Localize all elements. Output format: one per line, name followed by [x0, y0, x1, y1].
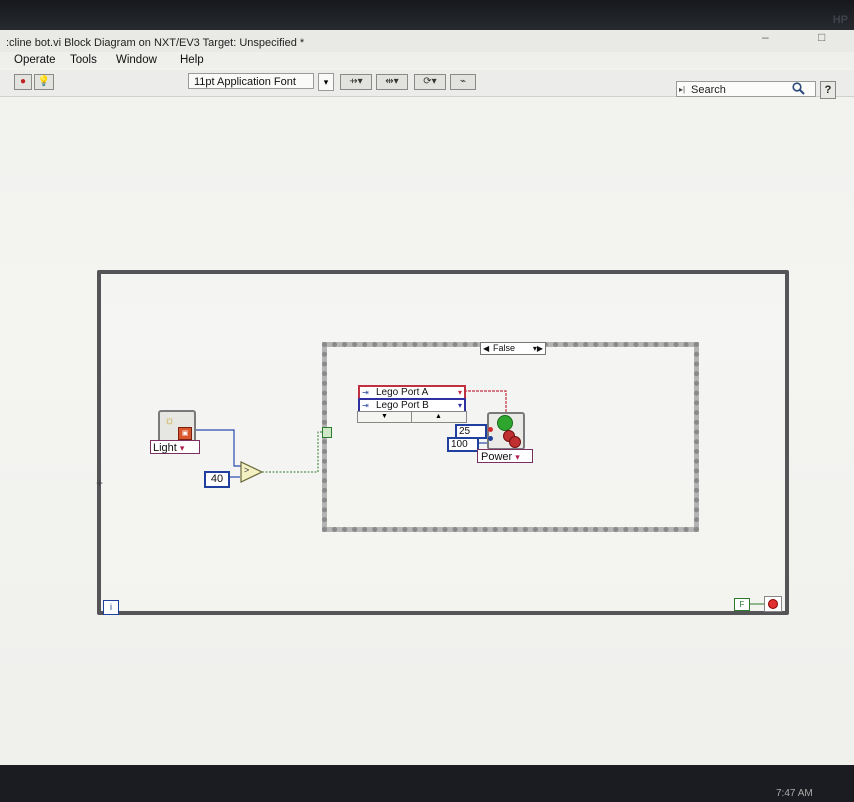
run-button[interactable]: ●: [14, 74, 32, 90]
toolbar: ● 💡 11pt Application Font ▾ ⇸▾ ⇹▾ ⟳▾ ⌁ ▸…: [0, 70, 854, 99]
case-prev-icon[interactable]: ◀: [483, 343, 489, 354]
array-index-control[interactable]: ▼ ▲: [357, 411, 467, 423]
case-selector-terminal[interactable]: [322, 427, 332, 438]
light-mode-ring[interactable]: Light ▾: [150, 440, 200, 454]
font-ring[interactable]: 11pt Application Font: [188, 73, 314, 89]
motor-mode-value: Power: [481, 451, 513, 463]
case-selector[interactable]: ◀ False ▾▶: [480, 342, 546, 355]
cleanup-diagram-button[interactable]: ⌁: [450, 74, 476, 90]
motor-vi[interactable]: [487, 412, 525, 450]
array-decrement-icon[interactable]: ▼: [358, 412, 412, 422]
chevron-down-icon: ▾: [179, 443, 185, 453]
compare-operator-label: >: [244, 465, 250, 475]
reorder-button[interactable]: ⟳▾: [414, 74, 446, 90]
stop-condition-terminal[interactable]: [764, 596, 782, 612]
title-bar: :cline bot.vi Block Diagram on NXT/EV3 T…: [0, 30, 854, 52]
input-terminal-blue: [488, 436, 493, 441]
block-diagram-canvas[interactable]: > ◀ False ▾▶ ☼ ▣ Light ▾ 40 ⇥ Lego Port …: [0, 96, 854, 795]
chevron-down-icon: ▾: [515, 452, 520, 462]
power-constant-100[interactable]: 100: [447, 437, 479, 452]
sun-icon: ☼: [164, 413, 175, 427]
cursor-icon: +: [96, 476, 104, 490]
case-next-icon[interactable]: ▾▶: [533, 343, 543, 354]
threshold-constant[interactable]: 40: [204, 471, 230, 488]
align-objects-button[interactable]: ⇸▾: [340, 74, 372, 90]
taskbar-clock: 7:47 AM: [776, 788, 813, 799]
light-mode-value: Light: [153, 442, 177, 454]
menu-help[interactable]: Help: [180, 54, 204, 66]
go-light-icon: [497, 415, 513, 431]
menu-tools[interactable]: Tools: [70, 54, 97, 66]
case-selector-value: False: [493, 343, 516, 353]
menu-window[interactable]: Window: [116, 54, 157, 66]
taskbar: [0, 765, 854, 802]
window-title: :cline bot.vi Block Diagram on NXT/EV3 T…: [6, 37, 305, 49]
hp-logo: HP: [832, 14, 848, 26]
gear-icon: [509, 436, 521, 448]
compare-to-selector-wire: [262, 431, 323, 473]
array-increment-icon[interactable]: ▲: [412, 412, 465, 422]
sensor-badge-icon: ▣: [178, 427, 192, 440]
menu-operate[interactable]: Operate: [14, 54, 56, 66]
false-constant[interactable]: F: [734, 598, 750, 611]
light-sensor-vi[interactable]: ☼ ▣: [158, 410, 196, 444]
maximize-button[interactable]: □: [818, 30, 825, 44]
screen: :cline bot.vi Block Diagram on NXT/EV3 T…: [0, 30, 854, 795]
monitor-bezel: HP: [0, 0, 854, 30]
iteration-terminal[interactable]: i: [103, 600, 119, 615]
motor-mode-ring[interactable]: Power ▾: [477, 449, 533, 463]
font-ring-arrow[interactable]: ▾: [318, 73, 334, 91]
distribute-objects-button[interactable]: ⇹▾: [376, 74, 408, 90]
highlight-execution-icon[interactable]: 💡: [34, 74, 54, 90]
menu-bar: Operate Tools Window Help: [0, 52, 854, 68]
minimize-button[interactable]: –: [762, 30, 769, 44]
input-terminal-red: [488, 427, 493, 432]
